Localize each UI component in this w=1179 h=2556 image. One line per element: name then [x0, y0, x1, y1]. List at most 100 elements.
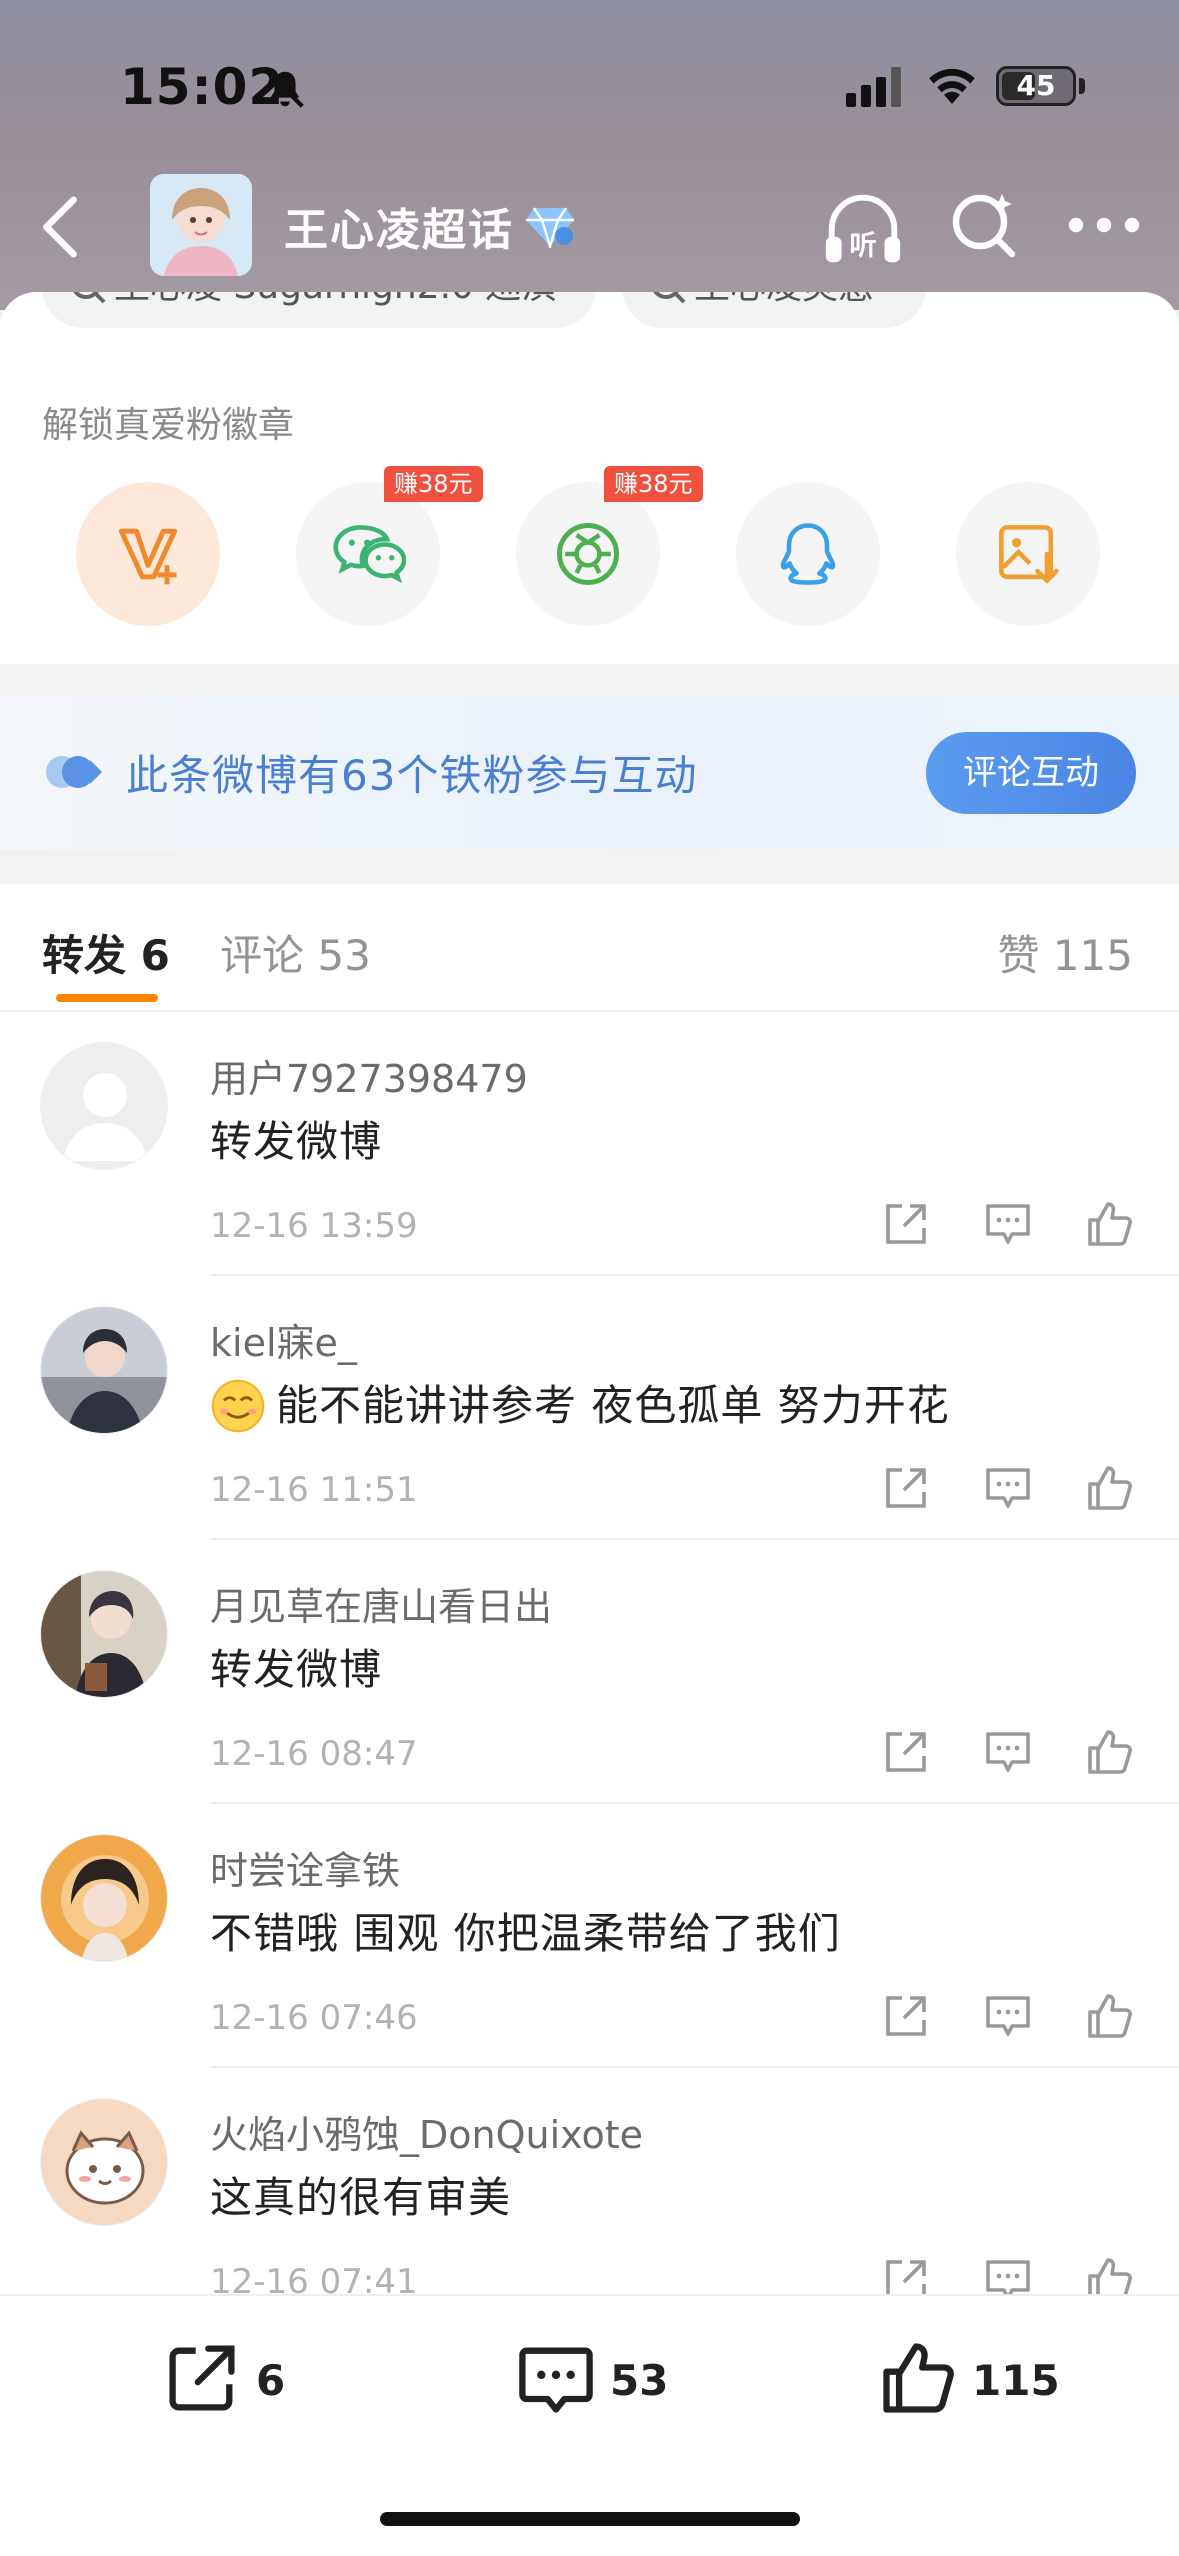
active-tab-indicator — [56, 994, 158, 1002]
user-name[interactable]: kiel寐e_ — [210, 1312, 357, 1367]
fan-interaction-text: 此条微博有63个铁粉参与互动 — [126, 751, 698, 800]
battery-indicator: 45 — [996, 66, 1076, 106]
share-icon[interactable] — [880, 1726, 932, 1778]
list-item[interactable]: 用户7927398479 转发微博 12-16 13:59 — [0, 1012, 1179, 1276]
top-nav: 王心凌超话 听 — [0, 170, 1179, 290]
repost-count: 6 — [256, 2356, 286, 2405]
search-chip-label: 王心凌灵感 — [694, 292, 874, 307]
like-icon[interactable] — [1084, 1990, 1136, 2042]
back-icon[interactable] — [30, 192, 90, 262]
wechat-icon — [333, 525, 406, 584]
search-small-icon — [73, 292, 106, 304]
user-photo — [41, 1307, 167, 1433]
list-item[interactable]: 时尝诠拿铁 不错哦 围观 你把温柔带给了我们 12-16 07:46 — [0, 1804, 1179, 2068]
topic-card: 王心凌 Sugarhigh2.0 巡演 王心凌灵感 解锁真爱粉徽章 赚38元 — [0, 292, 1179, 664]
status-time: 15:02 — [120, 58, 285, 116]
search-small-icon — [653, 292, 686, 304]
like-icon[interactable] — [1084, 1726, 1136, 1778]
avatar[interactable] — [40, 1306, 168, 1434]
save-image-icon — [999, 525, 1059, 584]
share-icon[interactable] — [880, 1462, 932, 1514]
default-avatar-icon — [41, 1043, 167, 1169]
comment-icon — [519, 2347, 593, 2413]
user-name[interactable]: 时尝诠拿铁 — [210, 1840, 400, 1895]
search-icon[interactable] — [948, 188, 1020, 260]
repost-list-panel: 转发 6 评论 53 赞 115 用户7927398479 转发微博 12-16… — [0, 884, 1179, 2294]
user-name[interactable]: 用户7927398479 — [210, 1048, 528, 1103]
repost-text: 这真的很有审美 — [210, 2173, 512, 2222]
svg-text:听: 听 — [849, 230, 876, 261]
fan-interaction-banner: 此条微博有63个铁粉参与互动 评论互动 — [0, 696, 1179, 850]
vip-add-button[interactable] — [76, 482, 220, 626]
battery-tip — [1079, 78, 1085, 94]
timestamp: 12-16 07:46 — [210, 1998, 418, 2038]
fan-icon — [46, 756, 102, 788]
search-chip-label: 王心凌 Sugarhigh2.0 巡演 — [114, 292, 557, 307]
unlock-badge-label: 解锁真爱粉徽章 — [42, 405, 295, 446]
repost-text: 能不能讲讲参考 夜色孤单 努力开花 — [210, 1372, 950, 1434]
comment-count: 53 — [610, 2356, 669, 2405]
timestamp: 12-16 07:41 — [210, 2262, 418, 2294]
comment-icon[interactable] — [982, 1462, 1034, 1514]
repost-text: 转发微博 — [210, 1645, 383, 1694]
avatar-illustration — [150, 174, 252, 276]
user-photo — [41, 1835, 167, 1961]
timestamp: 12-16 11:51 — [210, 1470, 418, 1510]
comment-icon[interactable] — [982, 1726, 1034, 1778]
like-count: 115 — [972, 2356, 1060, 2405]
avatar[interactable] — [40, 1570, 168, 1698]
like-icon[interactable] — [1084, 1462, 1136, 1514]
qq-share-button[interactable] — [736, 482, 880, 626]
comment-icon[interactable] — [982, 2254, 1034, 2294]
avatar[interactable] — [40, 1042, 168, 1170]
page-title: 王心凌超话 — [284, 205, 514, 256]
avatar[interactable] — [40, 1834, 168, 1962]
repost-text: 转发微博 — [210, 1117, 383, 1166]
battery-text: 45 — [1016, 69, 1056, 102]
qq-icon — [780, 523, 836, 585]
list-item[interactable]: 月见草在唐山看日出 转发微博 12-16 08:47 — [0, 1540, 1179, 1804]
save-image-button[interactable] — [956, 482, 1100, 626]
supertopic-avatar[interactable] — [150, 174, 252, 276]
tab-bar: 转发 6 评论 53 赞 115 — [0, 884, 1179, 1012]
list-item[interactable]: kiel寐e_ 能不能讲讲参考 夜色孤单 努力开花 12-16 11:51 — [0, 1276, 1179, 1540]
timestamp: 12-16 13:59 — [210, 1206, 418, 1246]
avatar[interactable] — [40, 2098, 168, 2226]
tab-like[interactable]: 赞 115 — [997, 922, 1133, 983]
share-badge-row: 赚38元 赚38元 — [0, 466, 1179, 632]
diamond-badge-icon — [526, 207, 574, 248]
share-icon[interactable] — [880, 2254, 932, 2294]
listen-icon[interactable]: 听 — [820, 186, 906, 272]
user-name[interactable]: 火焰小鸦蚀_DonQuixote — [210, 2104, 643, 2159]
tab-comment[interactable]: 评论 53 — [220, 922, 371, 983]
tab-repost[interactable]: 转发 6 — [42, 922, 170, 983]
moments-share-button[interactable]: 赚38元 — [516, 466, 703, 626]
repost-text-content: 能不能讲讲参考 夜色孤单 努力开花 — [276, 1381, 950, 1430]
repost-text: 不错哦 围观 你把温柔带给了我们 — [210, 1909, 841, 1958]
like-icon — [883, 2343, 954, 2413]
home-indicator[interactable] — [380, 2512, 800, 2526]
comment-interact-button[interactable]: 评论互动 — [926, 732, 1136, 814]
comment-icon[interactable] — [982, 1198, 1034, 1250]
share-icon[interactable] — [880, 1198, 932, 1250]
comment-icon[interactable] — [982, 1990, 1034, 2042]
timestamp: 12-16 08:47 — [210, 1734, 418, 1774]
bell-off-icon — [266, 70, 304, 108]
user-name[interactable]: 月见草在唐山看日出 — [210, 1576, 552, 1631]
more-icon[interactable] — [1066, 210, 1142, 240]
smile-emoji-icon — [211, 1379, 265, 1433]
moments-icon — [557, 523, 619, 585]
like-icon[interactable] — [1084, 1198, 1136, 1250]
search-chip[interactable]: 王心凌 Sugarhigh2.0 巡演 — [42, 292, 596, 328]
share-icon — [169, 2345, 235, 2411]
user-photo — [41, 1571, 167, 1697]
like-icon[interactable] — [1084, 2254, 1136, 2294]
status-bar: 15:02 45 — [0, 0, 1179, 170]
share-icon[interactable] — [880, 1990, 932, 2042]
wifi-icon — [929, 68, 975, 104]
cell-signal-icon — [846, 67, 901, 107]
reward-tag: 赚38元 — [604, 466, 703, 502]
wechat-share-button[interactable]: 赚38元 — [296, 466, 483, 626]
search-chip[interactable]: 王心凌灵感 — [622, 292, 926, 328]
list-item[interactable]: 火焰小鸦蚀_DonQuixote 这真的很有审美 12-16 07:41 — [0, 2068, 1179, 2294]
